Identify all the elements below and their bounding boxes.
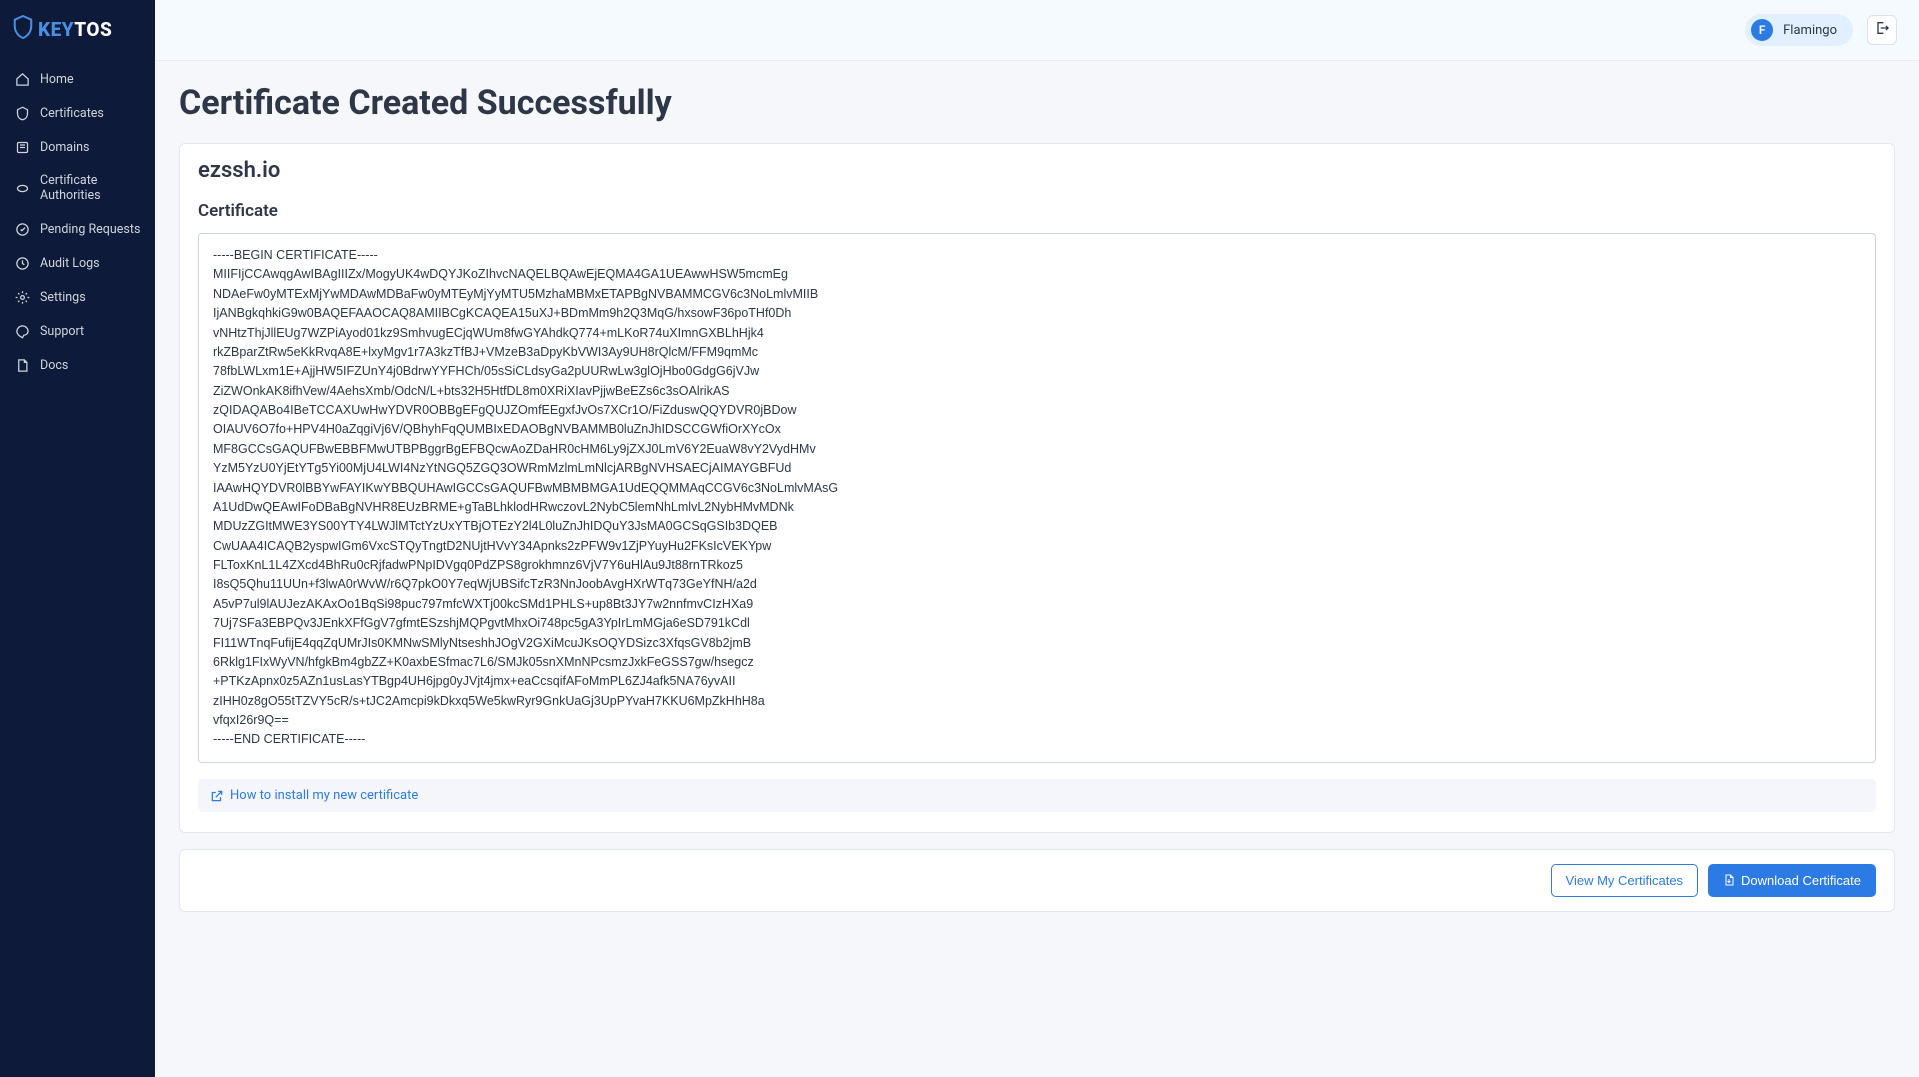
install-link[interactable]: How to install my new certificate: [230, 788, 418, 803]
ca-icon: [14, 180, 30, 196]
nav-item-docs[interactable]: Docs: [0, 348, 155, 382]
logout-icon: [1874, 20, 1890, 40]
nav-item-domains[interactable]: Domains: [0, 130, 155, 164]
nav-item-audit[interactable]: Audit Logs: [0, 246, 155, 280]
certificate-icon: [14, 105, 30, 121]
install-link-bar: How to install my new certificate: [198, 779, 1876, 812]
sidebar: KEYTOS Home Certificates Domains Certi: [0, 0, 155, 1077]
nav-label: Certificates: [40, 106, 104, 121]
settings-icon: [14, 289, 30, 305]
nav-item-support[interactable]: Support: [0, 314, 155, 348]
content: Certificate Created Successfully ezssh.i…: [155, 61, 1919, 942]
nav-item-pending[interactable]: Pending Requests: [0, 212, 155, 246]
pending-icon: [14, 221, 30, 237]
card-domain-header: ezssh.io: [180, 144, 1894, 193]
actions-card: View My Certificates Download Certificat…: [179, 849, 1895, 912]
topbar: F Flamingo: [155, 0, 1919, 61]
download-certificate-button[interactable]: Download Certificate: [1708, 864, 1876, 897]
shield-icon: [12, 14, 34, 44]
nav-label: Home: [40, 72, 74, 87]
certificate-textbox[interactable]: -----BEGIN CERTIFICATE----- MIIFIjCCAwqg…: [198, 233, 1876, 763]
nav: Home Certificates Domains Certificate Au…: [0, 62, 155, 382]
nav-label: Pending Requests: [40, 222, 140, 237]
avatar: F: [1751, 19, 1773, 41]
username: Flamingo: [1783, 23, 1837, 38]
nav-label: Docs: [40, 358, 68, 373]
docs-icon: [14, 357, 30, 373]
card-body: Certificate -----BEGIN CERTIFICATE----- …: [180, 193, 1894, 832]
nav-label: Domains: [40, 140, 90, 155]
external-link-icon: [210, 788, 224, 802]
main: F Flamingo Certificate Created Successfu…: [155, 0, 1919, 1077]
nav-item-settings[interactable]: Settings: [0, 280, 155, 314]
download-icon: [1723, 873, 1735, 887]
page-title: Certificate Created Successfully: [179, 83, 1895, 123]
domains-icon: [14, 139, 30, 155]
certificate-card: ezssh.io Certificate -----BEGIN CERTIFIC…: [179, 143, 1895, 833]
nav-item-certificates[interactable]: Certificates: [0, 96, 155, 130]
brand-logo: KEYTOS: [0, 0, 155, 62]
view-certificates-button[interactable]: View My Certificates: [1551, 864, 1699, 897]
nav-item-ca[interactable]: Certificate Authorities: [0, 164, 155, 212]
nav-label: Settings: [40, 290, 86, 305]
download-label: Download Certificate: [1741, 873, 1861, 888]
logout-button[interactable]: [1867, 15, 1897, 45]
certificate-label: Certificate: [198, 201, 1876, 221]
nav-item-home[interactable]: Home: [0, 62, 155, 96]
user-chip[interactable]: F Flamingo: [1745, 14, 1853, 46]
brand-name: KEYTOS: [38, 18, 112, 41]
nav-label: Support: [40, 324, 84, 339]
support-icon: [14, 323, 30, 339]
home-icon: [14, 71, 30, 87]
audit-icon: [14, 255, 30, 271]
nav-label: Audit Logs: [40, 256, 100, 271]
nav-label: Certificate Authorities: [40, 173, 141, 203]
